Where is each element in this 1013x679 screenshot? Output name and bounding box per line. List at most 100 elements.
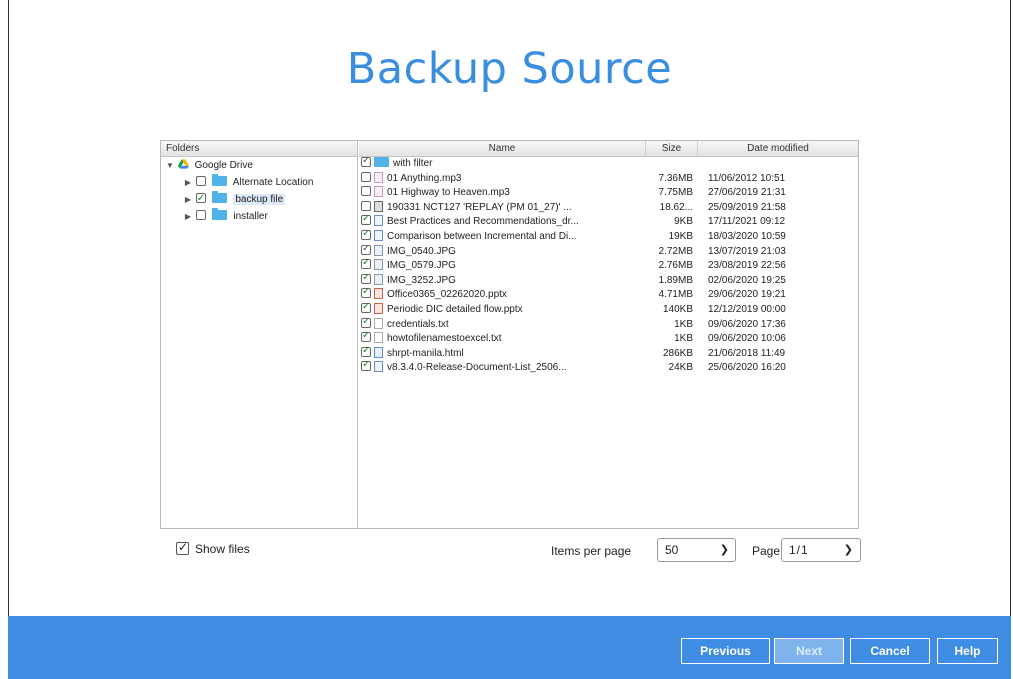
folders-header: Folders <box>161 141 357 157</box>
doc-file-icon <box>374 215 383 227</box>
collapse-arrow-icon[interactable]: ▶ <box>183 174 193 191</box>
folder-checkbox[interactable] <box>195 210 206 220</box>
file-checkbox[interactable] <box>361 317 371 329</box>
file-name: v8.3.4.0-Release-Document-List_2506... <box>387 362 567 374</box>
file-name: shrpt-manila.html <box>387 347 464 359</box>
file-checkbox[interactable] <box>361 200 371 211</box>
file-date: 09/06/2020 17:36 <box>708 318 786 330</box>
file-size: 2.76MB <box>658 260 693 272</box>
folder-checkbox[interactable] <box>195 176 206 186</box>
file-row[interactable]: v8.3.4.0-Release-Document-List_2506... 24… <box>359 361 858 376</box>
file-size: 4.71MB <box>658 289 693 301</box>
file-row[interactable]: IMG_3252.JPG 1.89MB 02/06/2020 19:25 <box>359 273 858 289</box>
page-select[interactable]: 1/1 ❯ <box>781 538 861 562</box>
file-name: IMG_0579.JPG <box>387 260 456 272</box>
file-size: 2.72MB <box>658 245 693 257</box>
file-name-cell: 01 Anything.mp3 <box>359 171 646 187</box>
cancel-button[interactable]: Cancel <box>850 638 930 664</box>
show-files-checkbox[interactable] <box>176 540 189 555</box>
file-checkbox[interactable] <box>361 186 371 197</box>
file-row[interactable]: Best Practices and Recommendations_dr...… <box>359 215 858 230</box>
tree-root-label: Google Drive <box>194 160 253 171</box>
file-name-cell: shrpt-manila.html <box>359 346 646 362</box>
items-per-page-select[interactable]: 50 ❯ <box>657 538 736 562</box>
column-header-date[interactable]: Date modified <box>698 141 858 156</box>
tree-item-alternate-location[interactable]: ▶ Alternate Location <box>161 174 357 191</box>
file-row[interactable]: credentials.txt 1KB 09/06/2020 17:36 <box>359 317 858 333</box>
file-checkbox[interactable] <box>361 229 371 242</box>
folder-checkbox[interactable] <box>195 190 206 207</box>
folder-icon <box>374 157 389 167</box>
file-row[interactable]: Office0365_02262020.pptx 4.71MB 29/06/2020… <box>359 288 858 303</box>
file-name: 01 Anything.mp3 <box>387 172 462 184</box>
help-button[interactable]: Help <box>937 638 998 664</box>
file-name: Office0365_02262020.pptx <box>387 289 507 301</box>
file-checkbox[interactable] <box>361 302 371 315</box>
collapse-arrow-icon[interactable]: ▶ <box>183 208 193 225</box>
file-checkbox[interactable] <box>361 346 371 358</box>
file-date: 18/03/2020 10:59 <box>708 230 786 242</box>
tree-item-installer[interactable]: ▶ installer <box>161 208 357 225</box>
file-row[interactable]: 01 Anything.mp3 7.36MB 11/06/2012 10:51 <box>359 171 858 187</box>
file-name: howtofilenamestoexcel.txt <box>387 333 502 345</box>
file-name-cell: credentials.txt <box>359 317 646 333</box>
column-header-size[interactable]: Size <box>646 141 698 156</box>
file-date: 25/06/2020 16:20 <box>708 362 786 374</box>
file-row[interactable]: Periodic DIC detailed flow.pptx 140KB 12/1… <box>359 302 858 318</box>
doc-file-icon <box>374 229 383 241</box>
video-file-icon <box>374 200 383 212</box>
file-row[interactable]: Comparison between Incremental and Di...… <box>359 229 858 245</box>
file-size: 1KB <box>674 318 693 330</box>
file-name: IMG_3252.JPG <box>387 274 456 286</box>
file-checkbox[interactable] <box>361 171 371 182</box>
file-row[interactable]: IMG_0579.JPG 2.76MB 23/08/2019 22:56 <box>359 259 858 274</box>
file-name-cell: IMG_0579.JPG <box>359 259 646 274</box>
file-name: 190331 NCT127 'REPLAY (PM 01_27)' ... <box>387 201 572 213</box>
file-size: 9KB <box>674 216 693 228</box>
file-row[interactable]: 01 Highway to Heaven.mp3 7.75MB 27/06/2019… <box>359 186 858 201</box>
files-table-header: Name Size Date modified <box>359 141 858 157</box>
file-size <box>646 157 698 172</box>
chevron-down-icon: ❯ <box>719 544 729 556</box>
file-row[interactable]: shrpt-manila.html 286KB 21/06/2018 11:49 <box>359 346 858 362</box>
file-name: 01 Highway to Heaven.mp3 <box>387 187 510 199</box>
items-per-page-value: 50 <box>665 543 679 557</box>
file-date: 25/09/2019 21:58 <box>708 201 786 213</box>
file-name-cell: Best Practices and Recommendations_dr... <box>359 215 646 230</box>
file-checkbox[interactable] <box>361 244 371 256</box>
file-date: 12/12/2019 00:00 <box>708 303 786 315</box>
file-size: 1.89MB <box>658 274 693 286</box>
expand-arrow-icon[interactable]: ▼ <box>165 157 175 174</box>
file-checkbox[interactable] <box>361 288 371 300</box>
file-row[interactable]: with filter <box>359 157 858 172</box>
file-date: 02/06/2020 19:25 <box>708 274 786 286</box>
file-size: 19KB <box>668 230 693 242</box>
previous-button[interactable]: Previous <box>681 638 770 664</box>
tree-item-backup-file[interactable]: ▶ backup file <box>161 190 357 208</box>
tree-root-google-drive[interactable]: ▼ Google Drive <box>161 157 357 174</box>
file-date: 21/06/2018 11:49 <box>708 347 786 359</box>
file-checkbox[interactable] <box>361 361 371 373</box>
tree-item-label: Alternate Location <box>232 177 314 188</box>
file-row[interactable]: IMG_0540.JPG 2.72MB 13/07/2019 21:03 <box>359 244 858 260</box>
music-file-icon <box>374 186 383 198</box>
collapse-arrow-icon[interactable]: ▶ <box>183 191 193 208</box>
file-checkbox[interactable] <box>361 215 371 227</box>
file-size: 24KB <box>668 362 693 374</box>
file-browser: Folders ▼ Google Drive ▶ Alternate Locat… <box>160 140 859 529</box>
next-button[interactable]: Next <box>774 638 844 664</box>
txt-file-icon <box>374 317 383 329</box>
file-name-cell: howtofilenamestoexcel.txt <box>359 332 646 347</box>
page-label: Page <box>752 544 781 558</box>
folder-icon <box>211 208 227 220</box>
file-size: 286KB <box>662 347 693 359</box>
file-row[interactable]: 190331 NCT127 'REPLAY (PM 01_27)' ... 18.… <box>359 200 858 216</box>
file-checkbox[interactable] <box>361 259 371 271</box>
file-checkbox[interactable] <box>361 157 371 169</box>
column-header-name[interactable]: Name <box>359 141 646 156</box>
file-checkbox[interactable] <box>361 332 371 344</box>
show-files-toggle[interactable]: Show files <box>176 540 250 556</box>
file-checkbox[interactable] <box>361 273 371 285</box>
file-list: with filter 01 Anything.mp3 7.36MB 11/06/20… <box>359 157 858 376</box>
file-row[interactable]: howtofilenamestoexcel.txt 1KB 09/06/2020 1… <box>359 332 858 347</box>
